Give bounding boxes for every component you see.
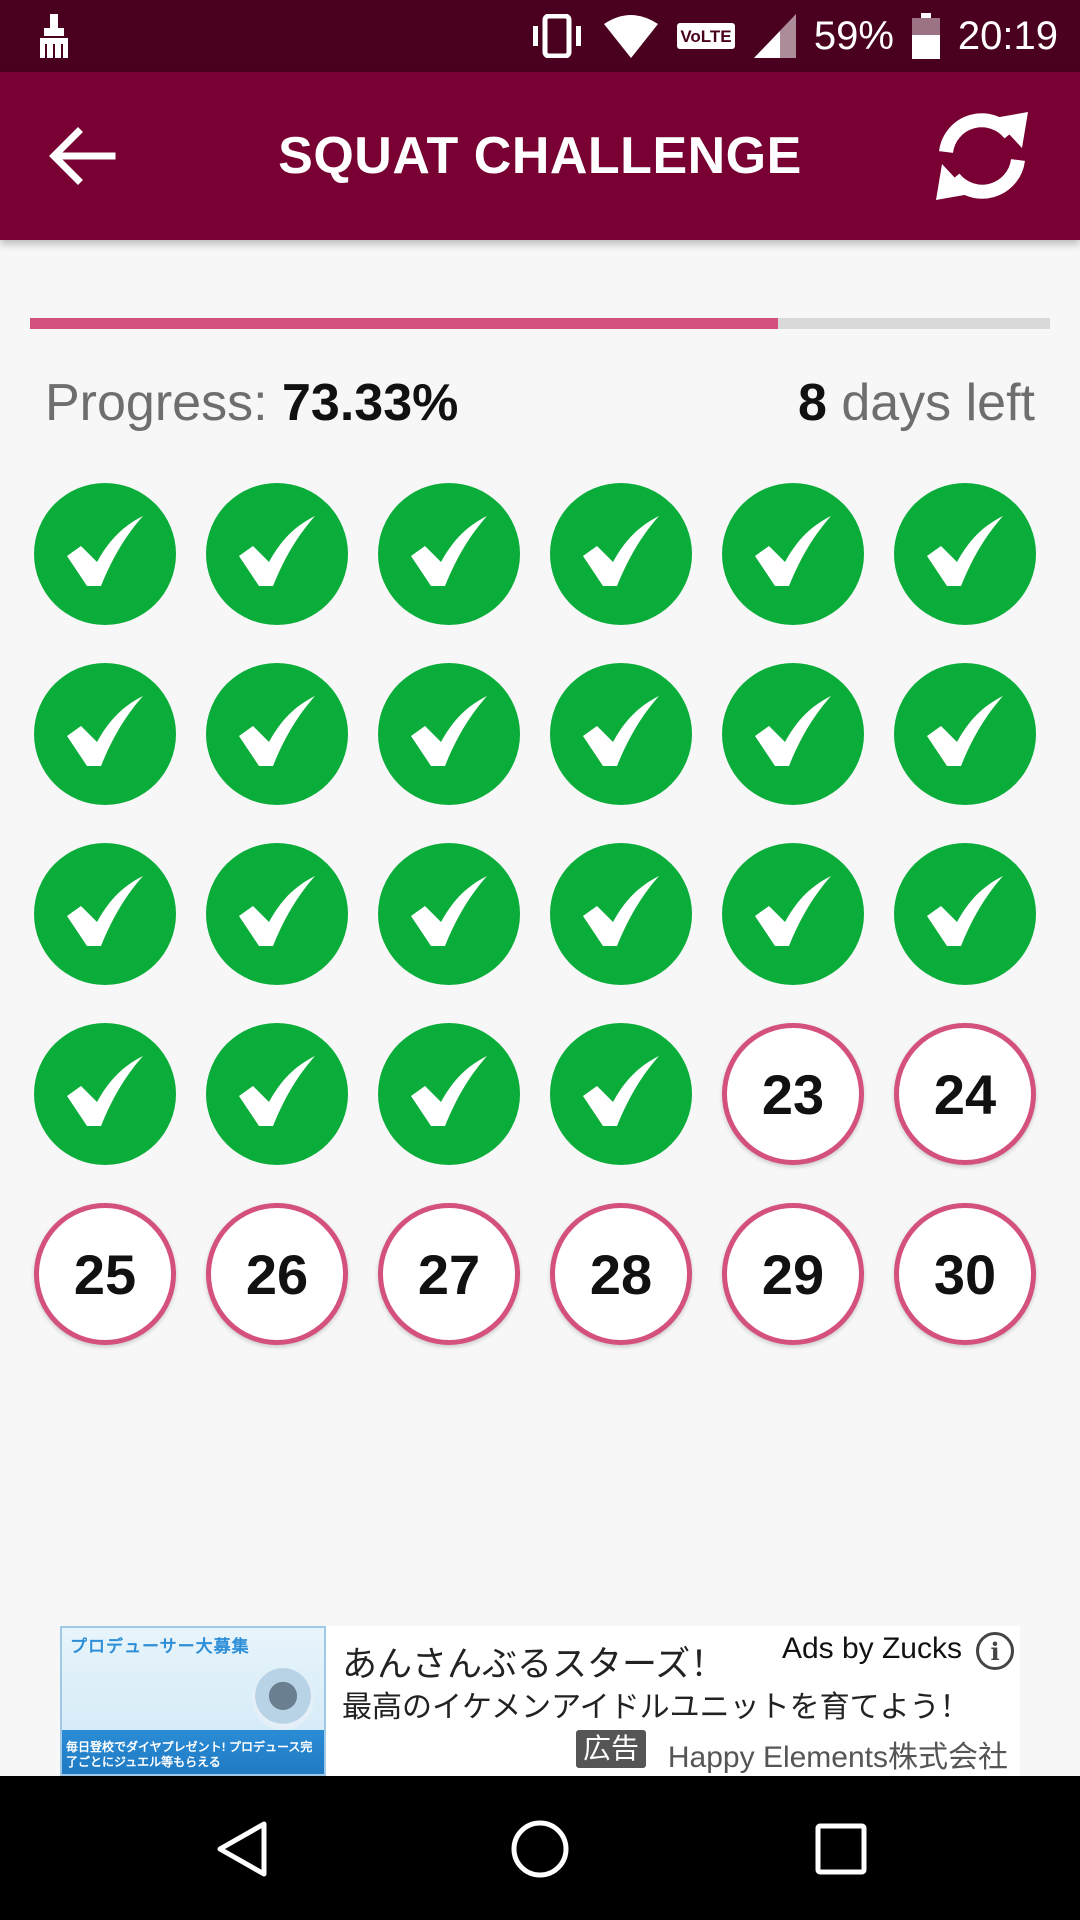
day-completed[interactable] xyxy=(206,483,348,625)
checkmark-icon xyxy=(239,516,315,586)
nav-back-icon[interactable] xyxy=(212,1818,274,1880)
checkmark-icon xyxy=(411,516,487,586)
checkmark-icon xyxy=(239,876,315,946)
day-completed[interactable] xyxy=(378,1023,520,1165)
checkmark-icon xyxy=(411,876,487,946)
checkmark-icon xyxy=(67,876,143,946)
page-title: SQUAT CHALLENGE xyxy=(278,127,802,185)
checkmark-icon xyxy=(583,1056,659,1126)
ad-advertiser: Happy Elements株式会社 xyxy=(667,1741,1008,1774)
day-completed[interactable] xyxy=(894,483,1036,625)
info-icon[interactable]: i xyxy=(976,1632,1014,1670)
ad-character-image xyxy=(252,1668,314,1730)
day-completed[interactable] xyxy=(722,483,864,625)
checkmark-icon xyxy=(67,696,143,766)
day-completed[interactable] xyxy=(34,843,176,985)
checkmark-icon xyxy=(583,696,659,766)
day-pending[interactable]: 29 xyxy=(722,1203,864,1345)
battery-percent: 59% xyxy=(813,13,894,58)
day-completed[interactable] xyxy=(550,663,692,805)
ad-title[interactable]: あんさんぶるスターズ！ xyxy=(342,1636,725,1687)
day-completed[interactable] xyxy=(378,483,520,625)
nav-recents-icon[interactable] xyxy=(810,1818,872,1880)
ad-banner[interactable]: プロデューサー大募集 毎日登校でダイヤプレゼント! プロデュース完了ごとにジュエ… xyxy=(60,1626,1020,1776)
day-completed[interactable] xyxy=(206,843,348,985)
checkmark-icon xyxy=(927,876,1003,946)
back-arrow-icon[interactable] xyxy=(46,124,118,188)
checkmark-icon xyxy=(755,696,831,766)
day-completed[interactable] xyxy=(722,663,864,805)
day-completed[interactable] xyxy=(34,483,176,625)
progress-value: 73.33% xyxy=(281,374,459,432)
day-pending[interactable]: 23 xyxy=(722,1023,864,1165)
ad-image-caption: 毎日登校でダイヤプレゼント! プロデュース完了ごとにジュエル等もらえる xyxy=(66,1740,313,1769)
checkmark-icon xyxy=(239,1056,315,1126)
progress-text: Progress: 73.33% xyxy=(45,373,458,433)
signal-icon xyxy=(753,14,796,58)
refresh-icon[interactable] xyxy=(932,108,1032,204)
day-completed[interactable] xyxy=(206,663,348,805)
checkmark-icon xyxy=(239,696,315,766)
day-completed[interactable] xyxy=(206,1023,348,1165)
day-pending[interactable]: 27 xyxy=(378,1203,520,1345)
volte-icon: VoLTE xyxy=(676,23,735,49)
day-pending[interactable]: 30 xyxy=(894,1203,1036,1345)
ad-tag: 広告 xyxy=(576,1730,647,1768)
day-completed[interactable] xyxy=(34,1023,176,1165)
app-bar: SQUAT CHALLENGE xyxy=(0,72,1080,240)
checkmark-icon xyxy=(927,516,1003,586)
ad-subtitle[interactable]: 最高のイケメンアイドルユニットを育てよう！ xyxy=(342,1682,970,1726)
day-completed[interactable] xyxy=(894,663,1036,805)
checkmark-icon xyxy=(583,876,659,946)
checkmark-icon xyxy=(67,516,143,586)
svg-text:VoLTE: VoLTE xyxy=(680,27,731,46)
navigation-bar xyxy=(0,1776,1080,1920)
checkmark-icon xyxy=(67,1056,143,1126)
status-bar: VoLTE 59% 20:19 xyxy=(0,0,1080,72)
nav-home-icon[interactable] xyxy=(509,1818,571,1880)
ad-image[interactable]: プロデューサー大募集 毎日登校でダイヤプレゼント! プロデュース完了ごとにジュエ… xyxy=(60,1626,326,1776)
day-completed[interactable] xyxy=(378,843,520,985)
days-left-suffix: days left xyxy=(841,374,1035,432)
days-left-count: 8 xyxy=(797,374,827,432)
vibrate-icon xyxy=(532,14,581,58)
day-completed[interactable] xyxy=(378,663,520,805)
day-pending[interactable]: 25 xyxy=(34,1203,176,1345)
clock: 20:19 xyxy=(957,13,1058,58)
day-pending[interactable]: 26 xyxy=(206,1203,348,1345)
ads-by-label[interactable]: Ads by Zucks xyxy=(782,1632,962,1666)
progress-label: Progress: xyxy=(45,374,268,432)
checkmark-icon xyxy=(411,696,487,766)
checkmark-icon xyxy=(583,516,659,586)
checkmark-icon xyxy=(927,696,1003,766)
progress-summary: Progress: 73.33% 8 days left xyxy=(45,368,1035,438)
day-completed[interactable] xyxy=(894,843,1036,985)
progress-bar xyxy=(30,318,1050,329)
day-completed[interactable] xyxy=(722,843,864,985)
cleaner-notification-icon xyxy=(40,14,68,58)
ad-image-headline: プロデューサー大募集 xyxy=(70,1637,250,1656)
day-pending[interactable]: 28 xyxy=(550,1203,692,1345)
progress-bar-fill xyxy=(30,318,778,329)
day-completed[interactable] xyxy=(550,1023,692,1165)
days-left-text: 8 days left xyxy=(798,373,1035,433)
day-pending[interactable]: 24 xyxy=(894,1023,1036,1165)
checkmark-icon xyxy=(411,1056,487,1126)
battery-icon xyxy=(911,13,940,59)
day-completed[interactable] xyxy=(550,483,692,625)
checkmark-icon xyxy=(755,876,831,946)
checkmark-icon xyxy=(755,516,831,586)
day-completed[interactable] xyxy=(550,843,692,985)
wifi-icon xyxy=(603,15,658,58)
day-completed[interactable] xyxy=(34,663,176,805)
